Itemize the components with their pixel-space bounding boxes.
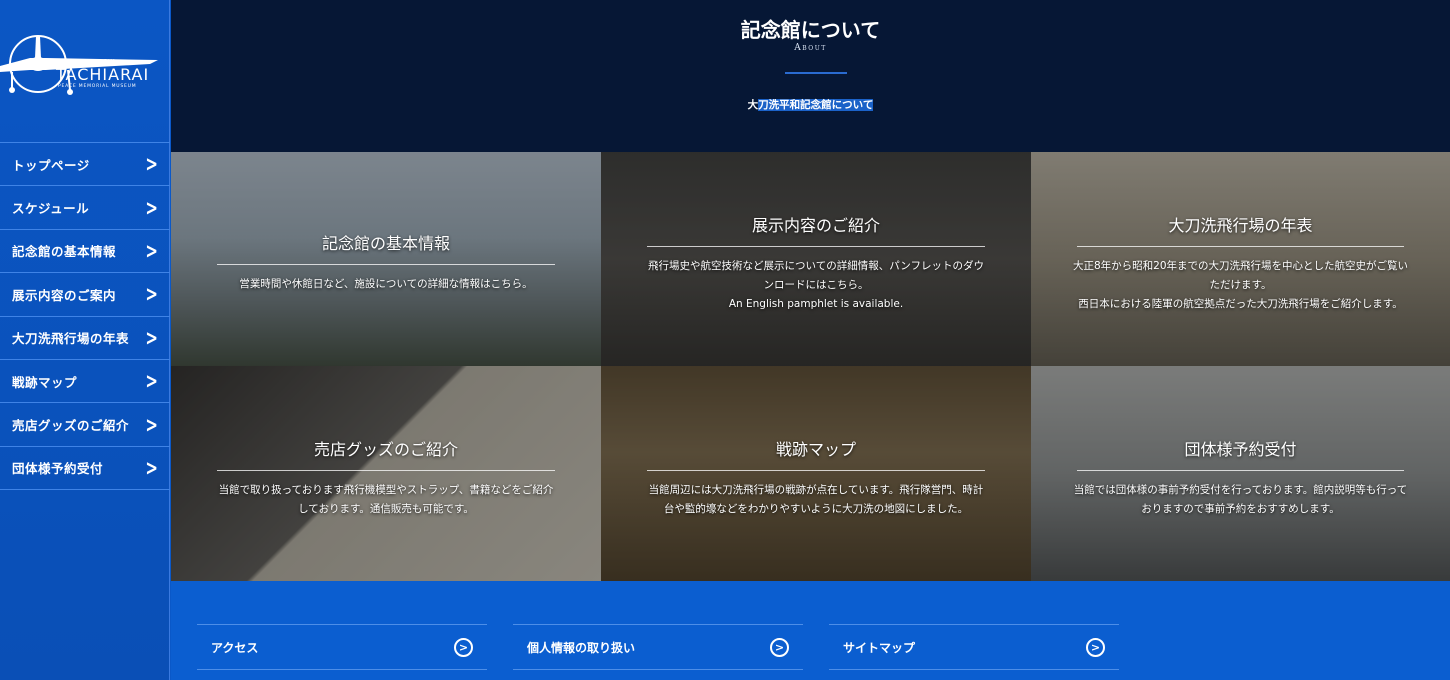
tile-description: 当館で取り扱っております飛行機模型やストラップ、書籍などをご紹介 しております。…	[201, 481, 571, 519]
tile-content: 売店グッズのご紹介 当館で取り扱っております飛行機模型やストラップ、書籍などをご…	[201, 436, 571, 519]
sidebar-item-group-booking[interactable]: 団体様予約受付 >	[0, 447, 170, 491]
tile-description: 営業時間や休館日など、施設についての詳細な情報はこちら。	[201, 275, 571, 294]
sidebar-item-label: スケジュール	[12, 201, 90, 217]
tile-desc-line: 当館周辺には大刀洗飛行場の戦跡が点在しています。飛行隊営門、時計	[648, 484, 984, 496]
tile-desc-line: おりますので事前予約をおすすめします。	[1141, 503, 1340, 515]
sidebar-item-shop[interactable]: 売店グッズのご紹介 >	[0, 403, 170, 447]
footer-link-label: 個人情報の取り扱い	[527, 640, 636, 655]
tile-description: 飛行場史や航空技術など展示についての詳細情報、パンフレットのダウ ンロードにはこ…	[631, 257, 1001, 314]
tile-title: 記念館の基本情報	[321, 234, 450, 253]
tile-divider	[647, 246, 985, 247]
tile-desc-line: 飛行場史や航空技術など展示についての詳細情報、パンフレットのダウ	[648, 260, 984, 272]
tile-desc-line: ただけます。	[1209, 279, 1272, 291]
tile-desc-line: 営業時間や休館日など、施設についての詳細な情報はこちら。	[239, 278, 533, 290]
sidebar-item-label: 戦跡マップ	[12, 374, 78, 390]
footer-link-privacy[interactable]: 個人情報の取り扱い >	[513, 624, 803, 670]
museum-logo[interactable]: CHIKUZENMACHI TACHIARAI PEACE MEMORIAL M…	[0, 28, 170, 108]
footer-link-access[interactable]: アクセス >	[197, 624, 487, 670]
tile-divider	[1077, 246, 1404, 247]
sidebar-item-label: 売店グッズのご紹介	[12, 418, 130, 434]
circle-arrow-right-icon: >	[1086, 637, 1105, 657]
sidebar-item-timeline[interactable]: 大刀洗飛行場の年表 >	[0, 317, 170, 360]
tile-desc-line: しております。通信販売も可能です。	[298, 503, 474, 515]
sidebar-item-label: トップページ	[12, 157, 90, 173]
feature-tiles: 記念館の基本情報 営業時間や休館日など、施設についての詳細な情報はこちら。 展示…	[171, 152, 1450, 581]
sidebar-item-exhibits[interactable]: 展示内容のご案内 >	[0, 273, 170, 317]
title-divider	[785, 72, 847, 74]
sidebar-item-top[interactable]: トップページ >	[0, 143, 170, 187]
footer: アクセス > 個人情報の取り扱い > サイトマップ >	[171, 581, 1450, 680]
tile-content: 団体様予約受付 当館では団体様の事前予約受付を行っております。館内説明等も行って…	[1061, 436, 1420, 519]
tile-title: 戦跡マップ	[775, 440, 856, 459]
chevron-right-icon: >	[145, 455, 158, 481]
tile-timeline[interactable]: 大刀洗飛行場の年表 大正8年から昭和20年までの大刀洗飛行場を中心とした航空史が…	[1031, 152, 1450, 366]
tile-desc-line: 台や監的壕などをわかりやすいように大刀洗の地図にしました。	[663, 503, 969, 515]
page-header: 記念館について About 大刀洗平和記念館について	[171, 0, 1450, 152]
tile-title: 団体様予約受付	[1184, 440, 1297, 459]
tile-content: 記念館の基本情報 営業時間や休館日など、施設についての詳細な情報はこちら。	[201, 230, 571, 294]
tile-title: 大刀洗飛行場の年表	[1168, 216, 1313, 235]
tile-desc-line: 西日本における陸軍の航空拠点だった大刀洗飛行場をご紹介します。	[1078, 298, 1403, 310]
tile-content: 展示内容のご紹介 飛行場史や航空技術など展示についての詳細情報、パンフレットのダ…	[631, 212, 1001, 314]
chevron-right-icon: >	[145, 151, 158, 177]
sidebar: CHIKUZENMACHI TACHIARAI PEACE MEMORIAL M…	[0, 0, 170, 680]
tile-shop[interactable]: 売店グッズのご紹介 当館で取り扱っております飛行機模型やストラップ、書籍などをご…	[171, 366, 601, 581]
sidebar-item-map[interactable]: 戦跡マップ >	[0, 360, 170, 404]
chevron-right-icon: >	[145, 281, 158, 307]
breadcrumb-prefix: 大	[747, 99, 759, 111]
circle-arrow-right-icon: >	[770, 637, 789, 657]
tile-exhibits[interactable]: 展示内容のご紹介 飛行場史や航空技術など展示についての詳細情報、パンフレットのダ…	[601, 152, 1031, 366]
tile-divider	[1077, 470, 1404, 471]
tile-basic-info[interactable]: 記念館の基本情報 営業時間や休館日など、施設についての詳細な情報はこちら。	[171, 152, 601, 366]
sidebar-nav: トップページ > スケジュール > 記念館の基本情報 > 展示内容のご案内 > …	[0, 142, 170, 491]
tile-desc-line: 大正8年から昭和20年までの大刀洗飛行場を中心とした航空史がご覧い	[1072, 260, 1409, 272]
tile-divider	[647, 470, 985, 471]
chevron-right-icon: >	[145, 194, 158, 221]
breadcrumb[interactable]: 大刀洗平和記念館について	[171, 93, 1450, 112]
logo-main-text: TACHIARAI	[56, 65, 150, 84]
footer-link-label: アクセス	[211, 640, 259, 655]
page-subtitle: About	[794, 43, 827, 53]
footer-link-label: サイトマップ	[843, 640, 916, 655]
page-title: 記念館について	[740, 18, 881, 42]
chevron-right-icon: >	[145, 411, 158, 438]
sidebar-item-label: 団体様予約受付	[12, 461, 104, 477]
chevron-right-icon: >	[145, 368, 158, 394]
sidebar-item-label: 大刀洗飛行場の年表	[12, 331, 130, 347]
tile-title: 売店グッズのご紹介	[313, 440, 458, 459]
sidebar-item-label: 展示内容のご案内	[12, 287, 117, 303]
chevron-right-icon: >	[145, 238, 158, 264]
sidebar-item-label: 記念館の基本情報	[12, 244, 117, 260]
tile-map[interactable]: 戦跡マップ 当館周辺には大刀洗飛行場の戦跡が点在しています。飛行隊営門、時計 台…	[601, 366, 1031, 581]
tile-title: 展示内容のご紹介	[751, 216, 880, 235]
tile-group-booking[interactable]: 団体様予約受付 当館では団体様の事前予約受付を行っております。館内説明等も行って…	[1031, 366, 1450, 581]
sidebar-item-schedule[interactable]: スケジュール >	[0, 186, 170, 230]
footer-link-sitemap[interactable]: サイトマップ >	[829, 624, 1119, 670]
tile-description: 当館では団体様の事前予約受付を行っております。館内説明等も行って おりますので事…	[1061, 481, 1420, 519]
logo-sub-text: PEACE MEMORIAL MUSEUM	[58, 84, 137, 89]
circle-arrow-right-icon: >	[454, 637, 473, 657]
tile-description: 大正8年から昭和20年までの大刀洗飛行場を中心とした航空史がご覧い ただけます。…	[1061, 257, 1420, 314]
tile-desc-line: An English pamphlet is available.	[728, 298, 904, 310]
breadcrumb-selected-text: 刀洗平和記念館について	[758, 99, 874, 111]
tile-content: 大刀洗飛行場の年表 大正8年から昭和20年までの大刀洗飛行場を中心とした航空史が…	[1061, 212, 1420, 314]
tile-divider	[217, 264, 555, 265]
tile-content: 戦跡マップ 当館周辺には大刀洗飛行場の戦跡が点在しています。飛行隊営門、時計 台…	[631, 436, 1001, 519]
tile-desc-line: 当館で取り扱っております飛行機模型やストラップ、書籍などをご紹介	[218, 484, 554, 496]
tile-desc-line: 当館では団体様の事前予約受付を行っております。館内説明等も行って	[1073, 484, 1408, 496]
tile-divider	[217, 470, 555, 471]
chevron-right-icon: >	[145, 325, 158, 351]
sidebar-item-basic-info[interactable]: 記念館の基本情報 >	[0, 230, 170, 274]
tile-desc-line: ンロードにはこちら。	[763, 279, 869, 291]
tile-description: 当館周辺には大刀洗飛行場の戦跡が点在しています。飛行隊営門、時計 台や監的壕など…	[631, 481, 1001, 519]
